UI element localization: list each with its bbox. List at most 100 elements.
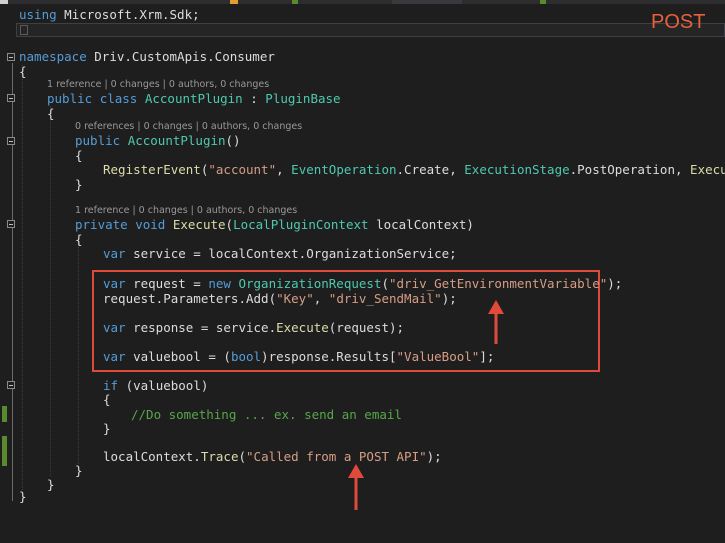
tab-fragment-warning: [230, 0, 238, 4]
string-literal: "Key": [276, 291, 314, 306]
bracket: ];: [479, 349, 495, 364]
code-line-brace: {: [75, 148, 83, 164]
code-line-brace: {: [75, 232, 83, 248]
code-line-comment: //Do something ... ex. send an email: [131, 407, 402, 423]
keyword: var: [103, 349, 126, 364]
method-ref: Execute: [690, 162, 725, 177]
codelens-references[interactable]: 0 references | 0 changes | 0 authors, 0 …: [75, 121, 302, 133]
keyword: namespace: [19, 49, 87, 64]
comment: //Do something ... ex. send an email: [131, 407, 402, 422]
method-name: Execute: [172, 217, 226, 232]
brace: {: [75, 148, 83, 163]
code-line-brace: }: [19, 489, 27, 505]
code-line-execute: private void Execute(LocalPluginContext …: [75, 217, 474, 233]
paren: );: [426, 449, 442, 464]
base-class: PluginBase: [265, 91, 341, 106]
code-line-ctor: public AccountPlugin(): [75, 133, 241, 149]
post-annotation-label: POST: [651, 11, 706, 33]
editor-tab-strip: [0, 0, 725, 4]
statement: response = service.: [125, 320, 277, 335]
code-line-class: public class AccountPlugin : PluginBase: [47, 91, 341, 107]
keyword: class: [99, 91, 138, 106]
parens: (): [225, 133, 241, 148]
brace: }: [75, 463, 83, 478]
editor-gutter: [0, 0, 15, 543]
tab-fragment-changed: [540, 0, 546, 4]
editor-find-bar[interactable]: [16, 23, 725, 37]
code-line-using: using Microsoft.Xrm.Sdk;: [19, 7, 200, 23]
statement: request.Parameters.Add(: [103, 291, 277, 306]
paren: );: [441, 291, 457, 306]
parameter: localContext): [368, 217, 474, 232]
find-bar-caret: [20, 25, 28, 35]
statement: )response.Results[: [261, 349, 397, 364]
brace: }: [47, 477, 55, 492]
namespace-ref: Microsoft.Xrm.Sdk;: [64, 7, 200, 22]
code-line-brace: }: [47, 477, 55, 493]
string-literal: "account": [208, 162, 277, 177]
collapse-icon[interactable]: [7, 94, 15, 102]
keyword: var: [103, 276, 126, 291]
type-ref: EventOperation: [291, 162, 397, 177]
namespace-name: Driv.CustomApis.Consumer: [94, 49, 275, 64]
code-line-brace: {: [103, 392, 111, 408]
code-line-namespace: namespace Driv.CustomApis.Consumer: [19, 49, 275, 65]
colon: :: [250, 91, 258, 106]
keyword: var: [103, 320, 126, 335]
tab-fragment-changed: [292, 0, 298, 4]
collapse-icon[interactable]: [7, 381, 15, 389]
separator: ,: [313, 291, 329, 306]
brace: {: [47, 106, 55, 121]
type-ref: ExecutionStage: [464, 162, 570, 177]
statement: service = localContext.OrganizationServi…: [125, 246, 457, 261]
collapse-icon[interactable]: [7, 220, 15, 228]
brace: }: [75, 177, 83, 192]
class-name: AccountPlugin: [144, 91, 243, 106]
string-literal: "driv_GetEnvironmentVariable": [389, 276, 608, 291]
keyword: bool: [230, 349, 262, 364]
paren: (: [381, 276, 389, 291]
codelens-references[interactable]: 1 reference | 0 changes | 0 authors, 0 c…: [47, 79, 269, 91]
change-marker: [2, 406, 7, 422]
string-literal: "Called from a POST API": [246, 449, 427, 464]
arrow-head: [488, 300, 504, 314]
method-call: Execute: [276, 320, 329, 335]
keyword: if: [103, 378, 119, 393]
statement: (request);: [328, 320, 405, 335]
change-marker: [2, 436, 7, 466]
up-arrow-icon: [488, 300, 504, 344]
brace: {: [75, 232, 83, 247]
statement: request =: [125, 276, 209, 291]
method-call: RegisterEvent: [103, 162, 201, 177]
keyword: var: [103, 246, 126, 261]
string-literal: "ValueBool": [396, 349, 480, 364]
code-line-if: if (valuebool): [103, 378, 208, 394]
arrow-head: [348, 464, 364, 478]
collapse-icon[interactable]: [7, 53, 15, 61]
paren: (: [225, 217, 234, 232]
indent-guide: [22, 65, 24, 490]
statement: valuebool = (: [125, 349, 231, 364]
indent-guide: [78, 234, 80, 464]
keyword: using: [19, 7, 57, 22]
collapse-icon[interactable]: [7, 137, 15, 145]
type-ref: OrganizationRequest: [230, 276, 382, 291]
keyword: void: [135, 217, 166, 232]
statement: localContext.: [103, 449, 201, 464]
code-line-brace: {: [19, 64, 27, 80]
code-line-response: var response = service.Execute(request);: [103, 320, 404, 336]
code-line-brace: }: [75, 177, 83, 193]
type-ref: LocalPluginContext: [233, 217, 369, 232]
codelens-references[interactable]: 1 reference | 0 changes | 0 authors, 0 c…: [75, 205, 297, 217]
condition: (valuebool): [118, 378, 209, 393]
member: .Create,: [396, 162, 465, 177]
code-line-request: var request = new OrganizationRequest("d…: [103, 276, 622, 292]
code-line-register: RegisterEvent("account", EventOperation.…: [103, 162, 725, 178]
method-call: Trace: [200, 449, 239, 464]
outline-margin-line: [12, 63, 13, 501]
code-line-brace: }: [103, 421, 111, 437]
keyword: public: [47, 91, 93, 106]
member: .PostOperation,: [569, 162, 691, 177]
code-line-valuebool: var valuebool = (bool)response.Results["…: [103, 349, 494, 365]
keyword: public: [75, 133, 121, 148]
